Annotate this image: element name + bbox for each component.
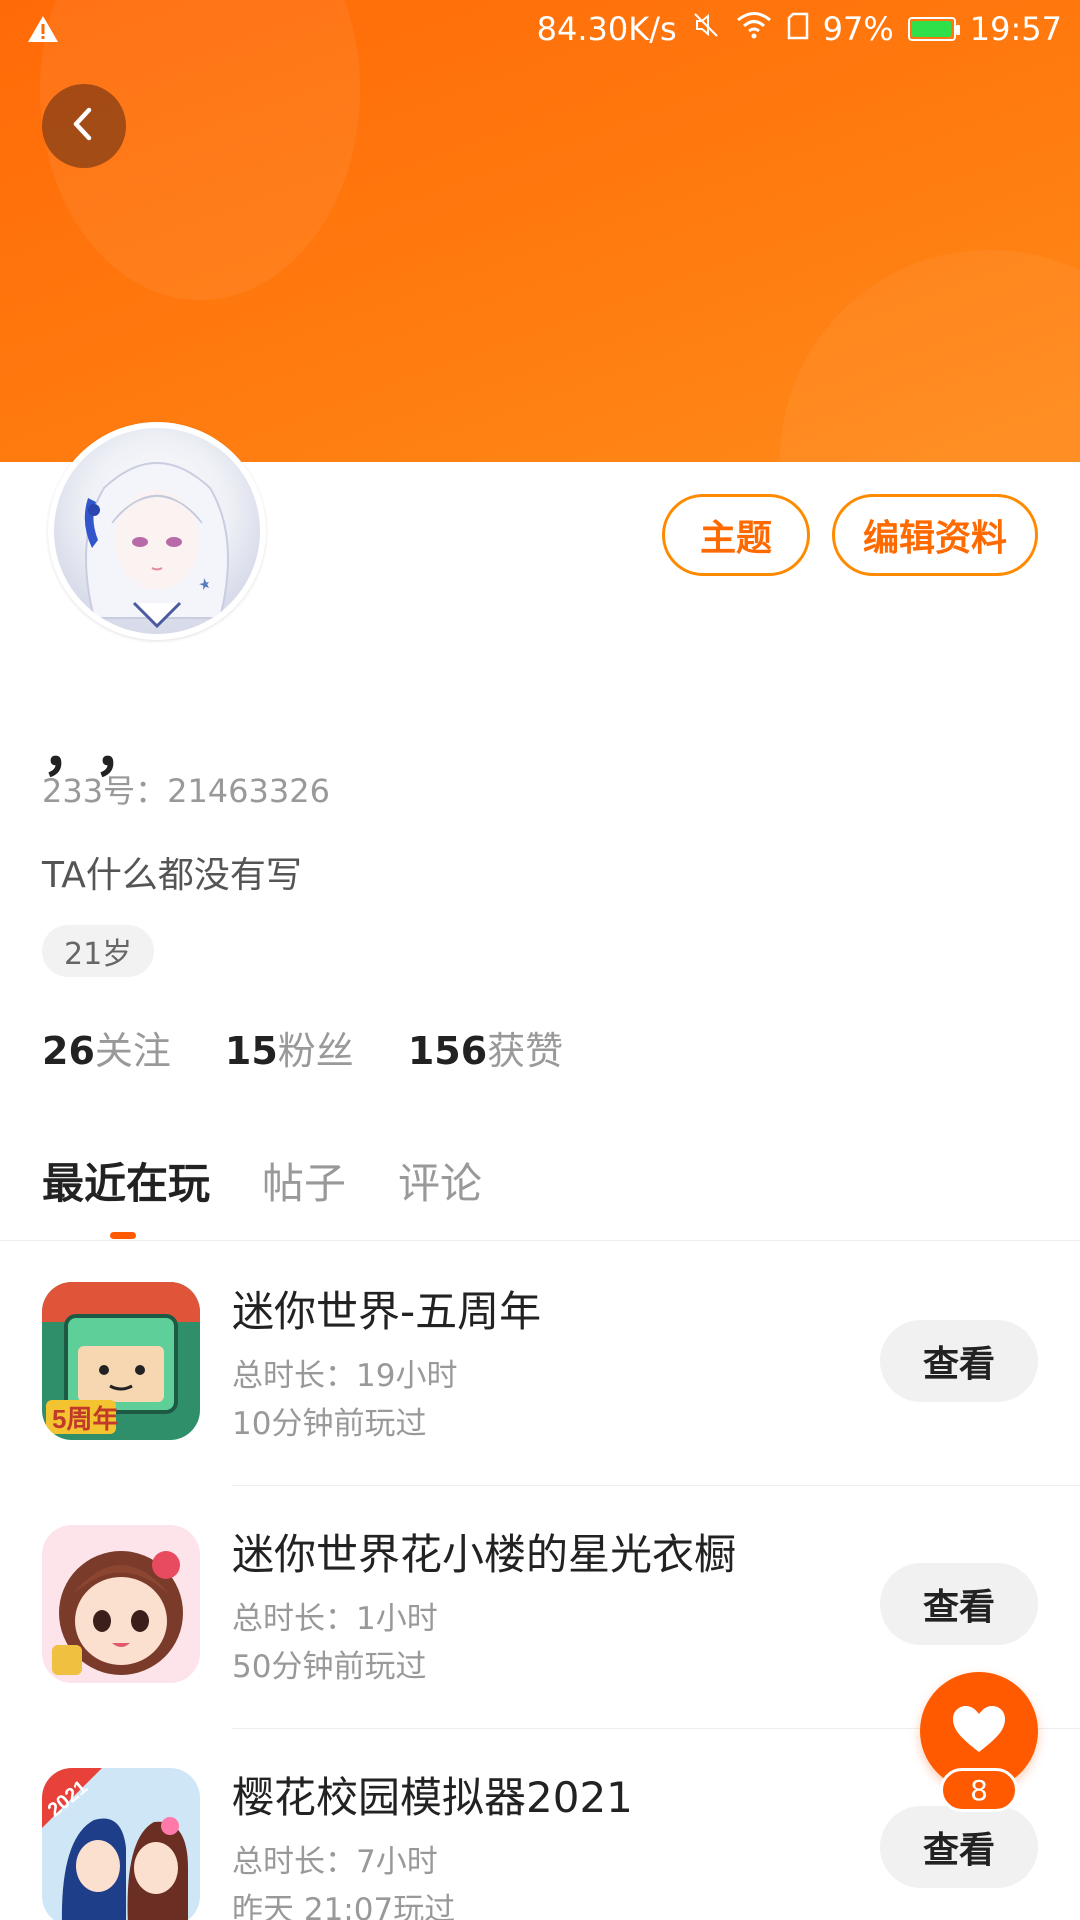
sim-icon bbox=[787, 10, 809, 48]
clock: 19:57 bbox=[969, 10, 1062, 48]
sakura-school-icon: 2021 bbox=[42, 1768, 200, 1920]
stat-number: 26 bbox=[42, 1029, 95, 1073]
active-tab-indicator bbox=[110, 1232, 136, 1239]
view-button[interactable]: 查看 bbox=[880, 1563, 1038, 1645]
chevron-left-icon bbox=[64, 104, 104, 148]
view-button[interactable]: 查看 bbox=[880, 1806, 1038, 1888]
divider bbox=[0, 1240, 1080, 1241]
game-name: 迷你世界-五周年 bbox=[232, 1287, 542, 1336]
back-button[interactable] bbox=[42, 84, 126, 168]
battery-percent: 97% bbox=[822, 10, 894, 48]
bio: TA什么都没有写 bbox=[42, 855, 302, 896]
network-speed: 84.30K/s bbox=[536, 10, 677, 48]
banner-decoration bbox=[780, 250, 1080, 462]
game-last-played: 10分钟前玩过 bbox=[232, 1406, 427, 1442]
stat-followers[interactable]: 15粉丝 bbox=[225, 1020, 354, 1075]
game-name: 樱花校园模拟器2021 bbox=[232, 1773, 633, 1822]
list-item[interactable]: 2021 樱花校园模拟器2021 总时长：7小时 昨天 21:07玩过 查看 bbox=[0, 1768, 1080, 1920]
stat-likes[interactable]: 156获赞 bbox=[408, 1020, 563, 1075]
list-item[interactable]: 迷你世界花小楼的星光衣橱 总时长：1小时 50分钟前玩过 查看 bbox=[0, 1525, 1080, 1768]
stat-number: 15 bbox=[224, 1029, 278, 1073]
divider bbox=[232, 1485, 1080, 1486]
like-count-badge: 8 bbox=[940, 1768, 1018, 1812]
svg-text:5周年: 5周年 bbox=[52, 1404, 118, 1434]
mini-world-wardrobe-icon bbox=[42, 1525, 200, 1683]
heart-icon bbox=[951, 1704, 1007, 1758]
avatar[interactable] bbox=[48, 422, 266, 640]
battery-icon bbox=[907, 17, 960, 41]
game-last-played: 昨天 21:07玩过 bbox=[232, 1892, 456, 1920]
edit-profile-button[interactable]: 编辑资料 bbox=[832, 494, 1038, 576]
list-item[interactable]: 5周年 迷你世界-五周年 总时长：19小时 10分钟前玩过 查看 bbox=[0, 1282, 1080, 1525]
status-bar: 84.30K/s 97% 19:57 bbox=[0, 0, 1080, 62]
theme-button[interactable]: 主题 bbox=[662, 494, 810, 576]
tab-comments[interactable]: 评论 bbox=[398, 1150, 482, 1211]
stat-label: 获赞 bbox=[487, 1029, 564, 1073]
profile-tabs: 最近在玩 帖子 评论 bbox=[42, 1150, 482, 1211]
game-name: 迷你世界花小楼的星光衣橱 bbox=[232, 1530, 737, 1579]
profile-header-banner bbox=[0, 0, 1080, 462]
mini-world-icon: 5周年 bbox=[42, 1282, 200, 1440]
warning-icon bbox=[26, 14, 60, 52]
stat-label: 粉丝 bbox=[277, 1029, 354, 1073]
stat-following[interactable]: 26关注 bbox=[42, 1020, 171, 1075]
mute-icon bbox=[691, 10, 721, 48]
anime-girl-avatar bbox=[54, 428, 260, 634]
wifi-icon bbox=[735, 10, 773, 48]
game-duration: 总时长：1小时 bbox=[232, 1601, 438, 1637]
stat-label: 关注 bbox=[94, 1029, 171, 1073]
stat-number: 156 bbox=[407, 1029, 488, 1073]
user-id: 233号：21463326 bbox=[42, 772, 330, 810]
tab-recently-played[interactable]: 最近在玩 bbox=[42, 1150, 210, 1211]
tab-posts[interactable]: 帖子 bbox=[262, 1150, 346, 1211]
profile-stats: 26关注 15粉丝 156获赞 bbox=[42, 1020, 563, 1075]
game-duration: 总时长：19小时 bbox=[232, 1358, 458, 1394]
view-button[interactable]: 查看 bbox=[880, 1320, 1038, 1402]
game-duration: 总时长：7小时 bbox=[232, 1844, 438, 1880]
game-last-played: 50分钟前玩过 bbox=[232, 1649, 427, 1685]
age-tag: 21岁 bbox=[42, 925, 155, 977]
